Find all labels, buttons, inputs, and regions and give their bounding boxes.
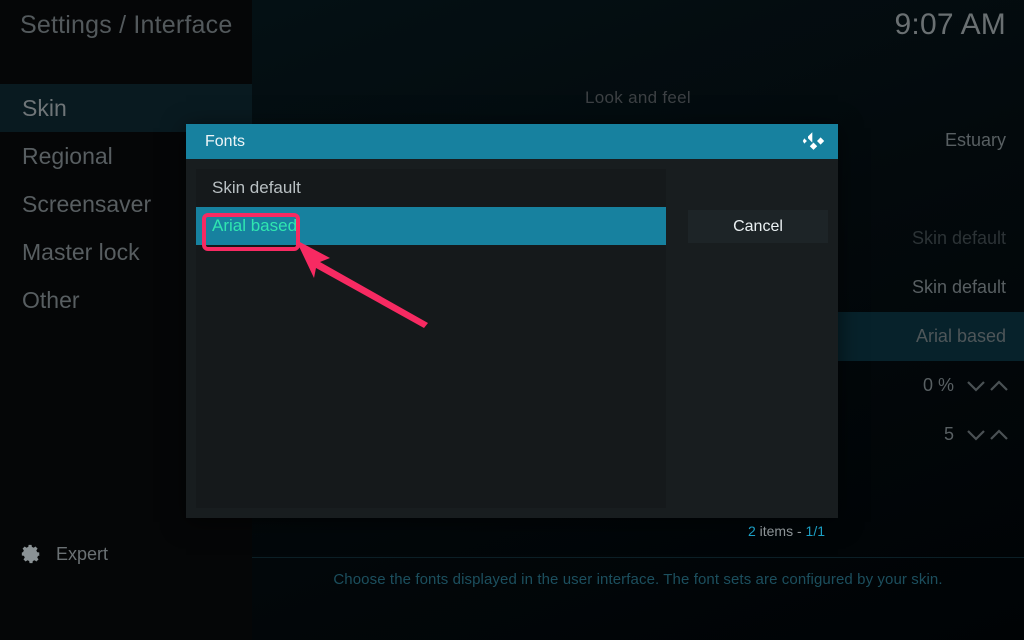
spinner-controls[interactable] [965,410,1010,459]
sidebar-item-label: Other [22,287,80,313]
setting-value: Estuary [944,130,1006,150]
setting-value: Arial based [915,326,1006,346]
dialog-title: Fonts [205,133,246,150]
sidebar-item-label: Screensaver [22,191,152,217]
sidebar-item-label: Regional [22,143,113,169]
dialog-body: Skin default Arial based Cancel 2 items … [186,159,838,539]
setting-value: 5 [943,424,954,444]
sidebar-item-label: Skin [22,95,67,121]
setting-value-row[interactable]: 0 % [836,361,1024,410]
setting-value: Skin default [911,228,1006,248]
list-item-skin-default[interactable]: Skin default [196,169,666,207]
list-item-label: Arial based [212,216,298,235]
list-item-arial-based[interactable]: Arial based [196,207,666,245]
breadcrumb: Settings / Interface [20,11,233,39]
chevron-down-icon[interactable] [965,379,987,393]
category-title: Look and feel [585,88,691,107]
expert-level-button[interactable]: Expert [20,543,108,565]
expert-level-label: Expert [56,543,109,564]
kodi-settings-screen: Settings / Interface 9:07 AM Look and fe… [0,0,1024,640]
item-count-total: 2 [747,523,756,539]
chevron-up-icon[interactable] [988,379,1010,393]
dialog-header: Fonts [186,124,838,159]
chevron-down-icon[interactable] [965,428,987,442]
setting-value: 0 % [922,375,954,395]
kodi-logo-icon [800,129,827,154]
fonts-list[interactable]: Skin default Arial based [196,169,666,508]
setting-value-row[interactable]: Skin default [836,214,1024,263]
fonts-dialog: Fonts Skin default Arial based Cancel 2 … [186,124,838,539]
setting-value-row-fonts[interactable]: Arial based [836,312,1024,361]
help-bar: Choose the fonts displayed in the user i… [252,557,1024,603]
item-count-page: 1/1 [805,523,825,539]
help-text: Choose the fonts displayed in the user i… [333,571,943,588]
item-count: 2 items - 1/1 [748,523,825,539]
clock: 9:07 AM [894,8,1006,41]
cancel-button[interactable]: Cancel [688,210,828,243]
sidebar-item-label: Master lock [22,239,140,265]
setting-value: Skin default [911,277,1006,297]
gear-icon [20,543,42,565]
list-item-label: Skin default [212,178,301,197]
item-count-label: items - [759,523,802,539]
setting-value-row[interactable] [836,165,1024,214]
setting-value-row[interactable]: Skin default [836,263,1024,312]
top-header: Settings / Interface 9:07 AM [0,0,1024,84]
settings-values-column: Estuary Skin default Skin default Arial … [836,116,1024,459]
chevron-up-icon[interactable] [988,428,1010,442]
setting-value-row[interactable]: 5 [836,410,1024,459]
setting-value-row[interactable]: Estuary [836,116,1024,165]
spinner-controls[interactable] [965,361,1010,410]
